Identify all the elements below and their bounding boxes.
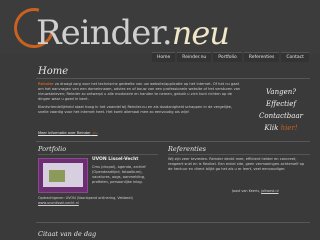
thumbnail-image — [49, 170, 65, 182]
footer-divider — [36, 222, 310, 223]
intro-brand: Reinder — [38, 82, 54, 86]
more-info-suffix: .nu — [91, 131, 98, 135]
tagline-3: Contactbaar — [259, 112, 303, 120]
portfolio-underline — [38, 154, 158, 155]
portfolio-url-link[interactable]: www.unonlissel-vecht.nl — [38, 201, 79, 205]
main-nav: Home Reinder.nu Portfolio Referenties Co… — [152, 52, 309, 62]
intro-paragraph-2: Klantvriendelijkheid staat hoog in het v… — [38, 105, 233, 114]
tagline-4-text: Klik — [264, 124, 279, 132]
tagline-1: Vangen? — [266, 88, 296, 96]
sidebar-tagline: Vangen? Effectief Contactbaar Klik hier! — [252, 86, 310, 134]
nav-item-portfolio[interactable]: Portfolio — [213, 52, 242, 62]
logo-dot: . — [161, 13, 173, 53]
nav-item-referenties[interactable]: Referenties — [243, 52, 280, 62]
tagline-4-accent: hier! — [280, 124, 298, 132]
nav-item-home[interactable]: Home — [152, 52, 176, 62]
more-info-text: Meer informatie over Reinder — [38, 131, 91, 135]
portfolio-item-desc: Cms (drupal), agenda, archief (Opendeadl… — [92, 165, 146, 184]
thumbnail-screen — [43, 163, 83, 187]
title-divider — [36, 78, 310, 79]
references-title: Referenties — [168, 145, 207, 153]
portfolio-item-title[interactable]: UVON Lissel-Vecht — [92, 157, 138, 162]
reference-quote: Wij zijn zeer tevreden. Reinder denkt me… — [168, 157, 305, 171]
tagline-4[interactable]: Klik hier! — [252, 122, 310, 134]
references-underline — [168, 154, 310, 155]
site-header: Reinder.neu Home Reinder.nu Portfolio Re… — [0, 0, 320, 62]
tagline-2: Effectief — [266, 100, 296, 108]
intro-p1-text: zo draagt zorg voor het technische gedee… — [38, 82, 241, 101]
page-title: Home — [38, 66, 69, 77]
intro-text: Reinder zo draagt zorg voor het technisc… — [38, 82, 243, 118]
section-divider — [36, 141, 310, 142]
intro-paragraph-1: Reinder zo draagt zorg voor het technisc… — [38, 82, 243, 102]
logo-text: Reinder.neu — [36, 13, 230, 53]
reference-author-name: Joost van Keeris, — [232, 189, 262, 193]
nav-item-contact[interactable]: Contact — [281, 52, 309, 62]
logo-tld: neu — [171, 14, 230, 52]
portfolio-client: Opdrachtgever: UVON (Voorlopend onlineri… — [38, 196, 133, 200]
portfolio-thumbnail[interactable] — [38, 158, 88, 193]
quote-title: Citaat van de dag — [38, 230, 97, 238]
reference-author: Joost van Keeris, joltwest.nl — [232, 189, 279, 193]
more-info-link[interactable]: Meer informatie over Reinder .nu — [38, 131, 98, 135]
nav-item-reinder[interactable]: Reinder.nu — [177, 52, 212, 62]
portfolio-title: Portfolio — [38, 145, 67, 153]
logo-main: Reinder — [36, 13, 163, 53]
reference-author-link[interactable]: joltwest.nl — [261, 189, 278, 193]
